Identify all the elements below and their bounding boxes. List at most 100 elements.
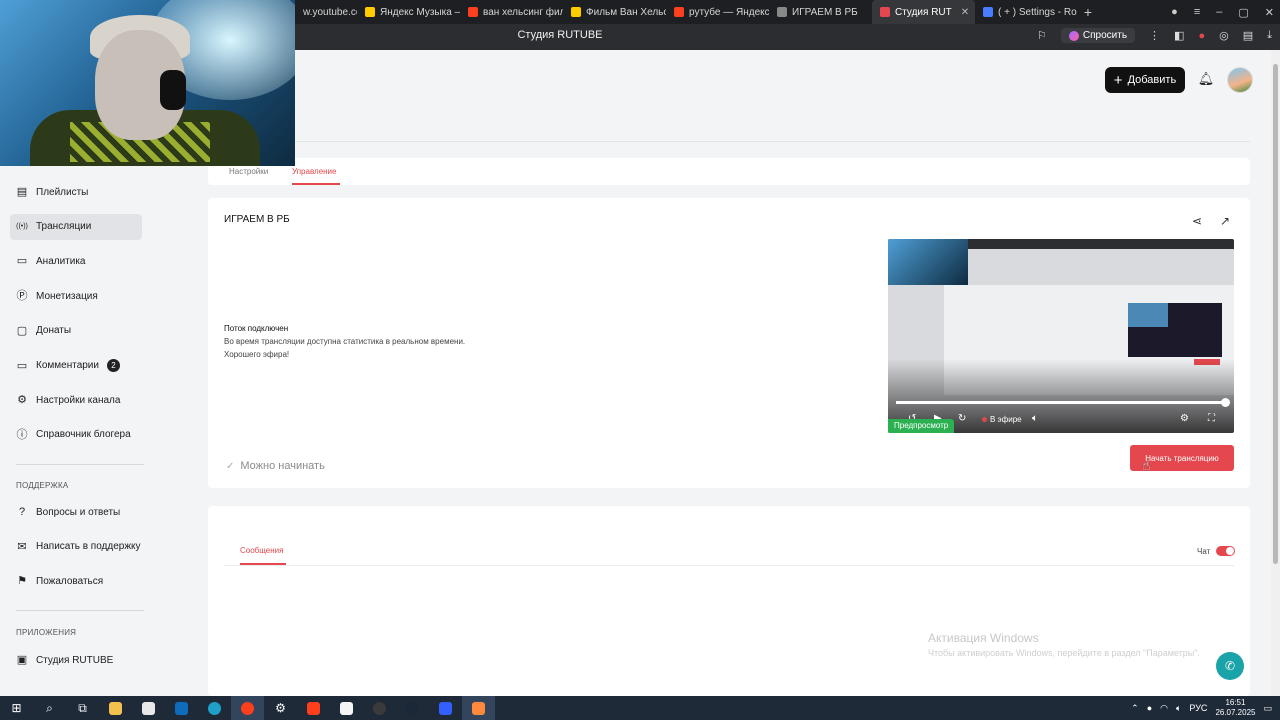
studio-icon: ▣: [16, 654, 28, 666]
divider: [16, 464, 144, 465]
screenshot-icon[interactable]: ◎: [1219, 29, 1229, 42]
close-tab-icon[interactable]: ✕: [961, 7, 969, 18]
bell-icon[interactable]: 🔔︎: [1197, 71, 1215, 89]
progress-knob[interactable]: [1221, 398, 1230, 407]
start-menu-icon[interactable]: ⊞: [0, 696, 33, 720]
fullscreen-icon[interactable]: ⛶: [1208, 413, 1215, 424]
browser-tab[interactable]: ИГРАЕМ В РБ: [769, 0, 872, 24]
sidebar-item-broadcast[interactable]: ((•)) Трансляции: [10, 213, 142, 240]
edge-icon[interactable]: [198, 696, 231, 720]
browser-tab[interactable]: Яндекс Музыка –: [357, 0, 460, 24]
browser-tab[interactable]: Студия RUT ✕: [872, 0, 975, 24]
volume-icon[interactable]: 🔈︎: [1176, 703, 1181, 714]
tab-settings[interactable]: Настройки: [229, 167, 268, 176]
store-icon[interactable]: [132, 696, 165, 720]
sidebar: ▤ Плейлисты ((•)) Трансляции ▭ Аналитика Ⓟ Моне…: [0, 166, 160, 696]
language-indicator[interactable]: РУС: [1189, 703, 1207, 713]
chat-toggle[interactable]: [1216, 546, 1235, 556]
browser-tab-label: ИГРАЕМ В РБ: [792, 6, 858, 18]
player-progress[interactable]: [896, 398, 1230, 407]
outlook-icon[interactable]: [165, 696, 198, 720]
extension-icon[interactable]: ◧: [1174, 29, 1184, 42]
browser-tab[interactable]: Фильм Ван Хельс: [563, 0, 666, 24]
download-icon[interactable]: ⤓: [1267, 29, 1272, 42]
obs-icon[interactable]: [363, 696, 396, 720]
clock-date: 26.07.2025: [1215, 708, 1256, 717]
settings-gear-icon[interactable]: ⚙: [1180, 413, 1189, 424]
sidebar-item-donations[interactable]: ▢ Донаты: [10, 318, 142, 344]
bookmark-icon[interactable]: ⚐: [1037, 29, 1047, 42]
roblox-studio-icon[interactable]: [429, 696, 462, 720]
profile-icon[interactable]: ●: [1171, 6, 1178, 18]
sidebar-item-faq[interactable]: ? Вопросы и ответы: [10, 499, 142, 525]
sidebar-item-channel-settings[interactable]: ⚙ Настройки канала: [10, 387, 142, 413]
clock-time: 16:51: [1225, 698, 1246, 707]
alice-icon: [1068, 30, 1079, 41]
settings-gear-icon[interactable]: ⚙: [264, 696, 297, 720]
avatar[interactable]: [1227, 67, 1253, 93]
open-external-icon[interactable]: ↗: [1220, 214, 1230, 228]
yandex-browser-icon[interactable]: [231, 696, 264, 720]
scrollbar-thumb[interactable]: [1273, 64, 1278, 564]
sidebar-item-label: Справочник блогера: [36, 429, 131, 441]
yandex-icon[interactable]: [297, 696, 330, 720]
sidebar-item-label: Вопросы и ответы: [36, 506, 121, 518]
steam-icon[interactable]: [396, 696, 429, 720]
sidebar-item-monetization[interactable]: Ⓟ Монетизация: [10, 283, 142, 309]
add-button[interactable]: + Добавить: [1105, 67, 1185, 93]
tab-messages[interactable]: Сообщения: [240, 546, 283, 555]
sidebar-item-flag[interactable]: ⚑ Пожаловаться: [10, 568, 142, 594]
browser-tab[interactable]: ( + ) Settings - Ro: [975, 0, 1078, 24]
plus-icon: +: [1113, 71, 1123, 89]
sidebar-item-playlist[interactable]: ▤ Плейлисты: [10, 179, 142, 205]
help-chat-icon[interactable]: ✆: [1216, 652, 1244, 680]
browser-tab-label: Яндекс Музыка –: [380, 6, 460, 18]
file-explorer-icon[interactable]: [99, 696, 132, 720]
forward-icon[interactable]: ↻: [958, 413, 966, 424]
task-view-icon[interactable]: ⧉: [66, 696, 99, 720]
analytics-icon: ▭: [16, 255, 28, 268]
maximize-icon[interactable]: ▢: [1238, 6, 1248, 19]
webcam-overlay: [0, 0, 295, 166]
stream-status-line: Во время трансляции доступна статистика …: [224, 337, 466, 346]
more-icon[interactable]: ⋮: [1149, 29, 1160, 42]
browser-tab[interactable]: w.youtube.com: [295, 0, 357, 24]
browser-tab[interactable]: ван хельсинг фил: [460, 0, 563, 24]
clock[interactable]: 16:51 26.07.2025: [1215, 698, 1255, 718]
network-icon[interactable]: ◠: [1160, 703, 1168, 714]
monetization-icon: Ⓟ: [16, 290, 28, 303]
tray-app-icon[interactable]: ●: [1147, 703, 1152, 713]
collections-icon[interactable]: ▤: [1243, 29, 1253, 42]
sidebar-item-analytics[interactable]: ▭ Аналитика: [10, 248, 142, 274]
divider: [208, 141, 1250, 142]
browser-tab[interactable]: рутубе — Яндекс: [666, 0, 769, 24]
sidebar-item-mail[interactable]: ✉ Написать в поддержку: [10, 534, 142, 560]
live-label: В эфире: [990, 415, 1022, 424]
tab-favicon-icon: [674, 7, 684, 17]
notifications-icon[interactable]: ▭: [1263, 703, 1272, 714]
sidebar-item-label: Плейлисты: [36, 186, 89, 198]
menu-icon[interactable]: ≡: [1194, 6, 1200, 18]
extension-red-icon[interactable]: ●: [1198, 30, 1205, 42]
windows-activation-title: Активация Windows: [928, 631, 1039, 645]
search-icon[interactable]: ⌕: [33, 696, 66, 720]
tab-favicon-icon: [571, 7, 581, 17]
minimize-icon[interactable]: –: [1216, 6, 1222, 18]
ask-button[interactable]: Спросить: [1060, 28, 1136, 43]
comments-count-badge: 2: [106, 359, 120, 372]
document-icon[interactable]: [330, 696, 363, 720]
new-tab-button[interactable]: +: [1078, 4, 1098, 20]
sidebar-item-studio[interactable]: ▣ Студия RUTUBE: [10, 647, 142, 673]
sidebar-item-comments[interactable]: ▭ Комментарии 2: [10, 353, 142, 379]
stream-preview-player[interactable]: ↺ ▶ ↻ В эфире 🔈︎ ⚙ ⛶ Предпросмотр: [888, 239, 1234, 433]
volume-icon[interactable]: 🔈︎: [1032, 413, 1038, 424]
close-window-icon[interactable]: ✕: [1265, 6, 1274, 19]
app-icon[interactable]: [462, 696, 495, 720]
sidebar-item-label: Донаты: [36, 325, 72, 337]
share-icon[interactable]: ⋖: [1192, 214, 1202, 228]
tab-manage[interactable]: Управление: [292, 167, 336, 176]
sidebar-item-info[interactable]: ⓘ Справочник блогера: [10, 422, 142, 448]
scrollbar[interactable]: [1271, 50, 1280, 696]
tray-expand-icon[interactable]: ⌃: [1131, 703, 1139, 714]
apps-section-title: ПРИЛОЖЕНИЯ: [16, 628, 77, 637]
